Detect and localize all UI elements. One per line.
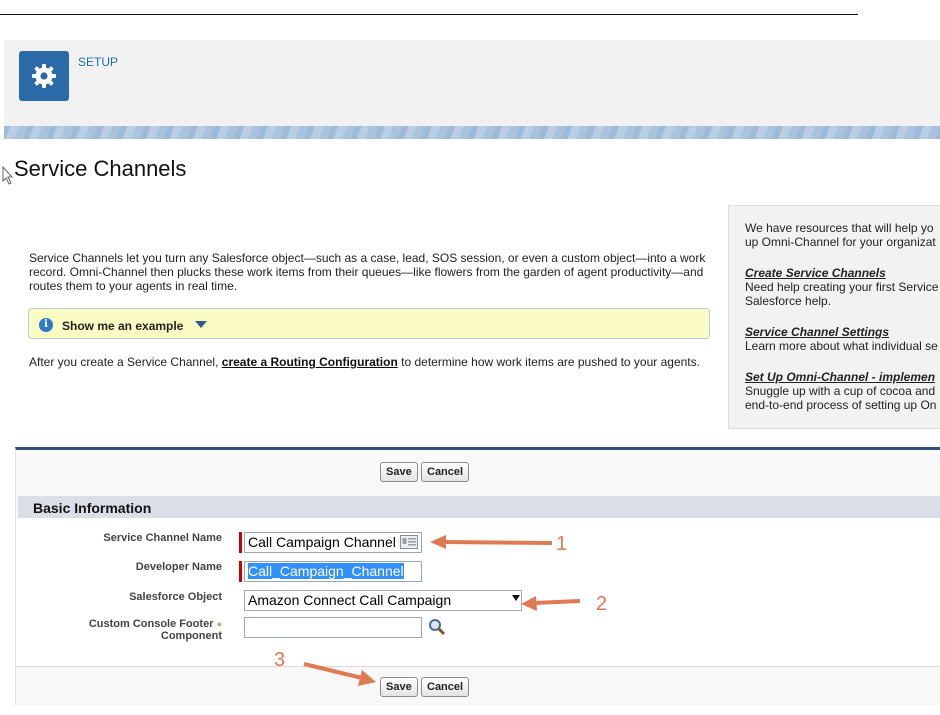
annotation-number-3: 3	[274, 649, 286, 671]
annotation-arrow-3	[303, 662, 376, 686]
panel-item-text: Salesforce help.	[745, 294, 832, 308]
salesforce-object-label: Salesforce Object	[129, 591, 222, 603]
create-routing-configuration-link[interactable]: create a Routing Configuration	[222, 355, 398, 369]
developer-name-input[interactable]: Call_Campaign_Channel	[244, 561, 422, 582]
cancel-button-top[interactable]: Cancel	[421, 462, 470, 482]
salesforce-object-value: Amazon Connect Call Campaign	[248, 592, 452, 608]
show-example-label[interactable]: Show me an example	[62, 319, 183, 333]
custom-console-footer-input[interactable]	[244, 617, 422, 638]
setup-icon-tile[interactable]	[19, 51, 69, 101]
service-channel-settings-link[interactable]: Service Channel Settings	[745, 326, 940, 339]
service-channel-name-label: Service Channel Name	[103, 532, 222, 544]
developer-name-value: Call_Campaign_Channel	[248, 563, 404, 579]
routing-config-text: After you create a Service Channel, crea…	[29, 355, 709, 369]
setup-header	[4, 40, 940, 126]
save-button-bottom[interactable]: Save	[380, 677, 418, 697]
lookup-search-icon[interactable]	[428, 618, 446, 636]
service-channel-name-input[interactable]: Call Campaign Channel	[244, 532, 422, 553]
routing-text-prefix: After you create a Service Channel,	[29, 355, 222, 369]
panel-item-text: Need help creating your first Service	[745, 280, 939, 294]
page-title: Service Channels	[14, 156, 187, 181]
show-example-callout[interactable]: i Show me an example	[28, 308, 710, 339]
save-button-top[interactable]: Save	[380, 462, 418, 482]
required-indicator	[239, 561, 242, 582]
setup-label[interactable]: SETUP	[78, 55, 118, 69]
caret-down-icon[interactable]	[195, 321, 207, 328]
panel-item-text: Learn more about what individual se	[745, 339, 938, 353]
routing-text-suffix: to determine how work items are pushed t…	[397, 355, 700, 369]
contact-card-icon[interactable]	[400, 535, 418, 549]
panel-item-text: Snuggle up with a cup of cocoa and	[745, 384, 936, 398]
top-divider	[0, 14, 858, 15]
cancel-button-bottom[interactable]: Cancel	[421, 677, 470, 697]
help-icon[interactable]: ●	[217, 619, 222, 629]
mouse-cursor-icon	[2, 166, 14, 185]
decorative-banner	[4, 126, 940, 139]
chevron-down-icon[interactable]	[512, 595, 520, 601]
developer-name-label: Developer Name	[135, 561, 222, 573]
salesforce-object-select[interactable]: Amazon Connect Call Campaign	[244, 590, 522, 611]
intro-text: Service Channels let you turn any Salesf…	[29, 251, 706, 293]
help-resources-panel: We have resources that will help yo up O…	[728, 205, 940, 429]
annotation-number-1: 1	[556, 533, 568, 555]
panel-intro-line-1: We have resources that will help yo	[745, 221, 934, 235]
set-up-omni-channel-link[interactable]: Set Up Omni-Channel - implemen	[745, 371, 940, 384]
create-service-channels-link[interactable]: Create Service Channels	[745, 267, 940, 280]
form-divider	[16, 666, 940, 667]
panel-intro-line-2: up Omni-Channel for your organizat	[745, 235, 936, 249]
info-icon: i	[39, 318, 53, 332]
basic-information-section: Basic Information	[18, 496, 940, 518]
annotation-arrow-1	[430, 535, 553, 549]
gear-icon	[32, 64, 56, 88]
custom-console-footer-label: Custom Console Footer ● Component	[88, 618, 222, 642]
section-title: Basic Information	[33, 500, 152, 516]
annotation-arrow-2	[521, 596, 581, 611]
panel-item-text: end-to-end process of setting up On	[745, 398, 937, 412]
service-channel-name-value: Call Campaign Channel	[248, 534, 396, 550]
annotation-number-2: 2	[596, 593, 608, 615]
required-indicator	[239, 532, 242, 553]
